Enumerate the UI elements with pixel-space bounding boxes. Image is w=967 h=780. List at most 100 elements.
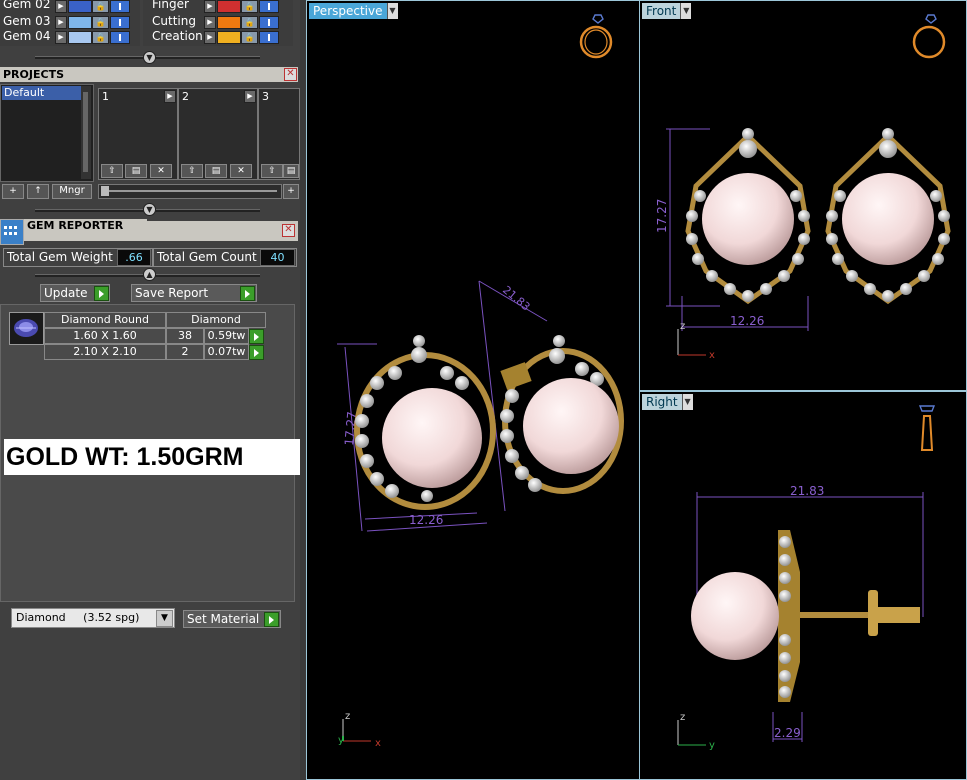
width-dimension: 12.26 [409,513,443,527]
visibility-toggle[interactable] [259,0,279,13]
visibility-toggle[interactable] [110,31,130,44]
lock-icon[interactable]: 🔒 [92,0,109,13]
set-material-button[interactable]: Set Material [183,610,281,628]
earring-front-right [825,128,951,305]
expand-icon[interactable]: ▶ [204,31,216,44]
gem-weight: 0.59tw [204,328,249,344]
gem-thumbnail [9,312,44,345]
project-item[interactable]: Default [2,86,84,100]
table-row[interactable]: 1.60 X 1.60 38 0.59tw [44,328,266,344]
earring-left [354,335,496,510]
expand-icon[interactable]: ▶ [55,16,67,29]
material-row[interactable]: Creation ▶ 🔒 [143,29,293,45]
save-icon[interactable]: ▤ [283,164,299,178]
chevron-down-icon[interactable]: ▼ [156,610,173,627]
upload-icon[interactable]: ⇧ [101,164,123,178]
width-dimension: 21.83 [790,484,824,498]
play-icon[interactable] [240,286,255,301]
material-row[interactable]: Finger ▶ 🔒 [143,0,293,15]
project-slot[interactable]: 3 ⇧ ▤ [258,88,300,180]
gem-row[interactable]: Gem 02 ▶ 🔒 [0,0,140,15]
color-swatch[interactable] [68,16,92,29]
visibility-toggle[interactable] [259,31,279,44]
slider-thumb[interactable] [101,186,109,196]
front-viewport[interactable]: Front ▼ 17.27 12.26 z x [639,0,967,391]
gem-row[interactable]: Gem 03 ▶ 🔒 [0,14,140,30]
color-swatch[interactable] [217,31,241,44]
lock-icon[interactable]: 🔒 [241,16,258,29]
select-row-icon[interactable] [249,329,264,344]
height-dimension: 17.27 [655,199,669,233]
set-material-label: Set Material [187,612,260,626]
expand-icon[interactable]: ▶ [55,0,67,13]
project-slot[interactable]: 1 ▶ ⇧ ▤ ✕ [98,88,178,180]
material-select[interactable]: Diamond (3.52 spg) ▼ [11,608,175,628]
play-icon[interactable] [264,612,279,627]
add-icon[interactable]: + [2,184,24,199]
material-row[interactable]: Cutting ▶ 🔒 [143,14,293,30]
project-slot[interactable]: 2 ▶ ⇧ ▤ ✕ [178,88,258,180]
slot-number: 1 [102,90,109,103]
expand-icon[interactable]: ▶ [55,31,67,44]
color-swatch[interactable] [68,0,92,13]
visibility-toggle[interactable] [259,16,279,29]
slot-slider[interactable] [98,184,282,199]
manager-button[interactable]: Mngr [52,184,92,199]
color-swatch[interactable] [217,16,241,29]
gem-row[interactable]: Gem 04 ▶ 🔒 [0,29,140,45]
axis-y-label: y [338,735,344,746]
axis-x-label: x [709,350,715,361]
material-list: Finger ▶ 🔒 Cutting ▶ 🔒 Creation ▶ 🔒 [143,0,293,46]
visibility-toggle[interactable] [110,0,130,13]
perspective-viewport[interactable]: Perspective ▼ 17.27 12.26 21.83 z x y [306,0,640,780]
save-report-button[interactable]: Save Report [131,284,257,302]
material-row-label: Creation [152,29,203,43]
play-icon[interactable]: ▶ [164,90,176,103]
color-swatch[interactable] [68,31,92,44]
play-icon[interactable]: ▶ [244,90,256,103]
table-header-shape: Diamond Round [44,312,166,328]
lock-icon[interactable]: 🔒 [92,31,109,44]
gem-size: 2.10 X 2.10 [44,344,166,360]
save-icon[interactable]: ▤ [125,164,147,178]
delete-icon[interactable]: ✕ [230,164,252,178]
total-weight-field: Total Gem Weight .66 [3,248,153,267]
select-row-icon[interactable] [249,345,264,360]
close-icon[interactable]: ✕ [282,224,295,237]
expand-icon[interactable]: ▶ [204,16,216,29]
project-list[interactable]: Default [0,84,94,182]
close-icon[interactable]: ✕ [284,68,297,81]
delete-icon[interactable]: ✕ [150,164,172,178]
total-count-value: 40 [260,249,295,266]
gem-count: 2 [166,344,204,360]
table-row[interactable]: 2.10 X 2.10 2 0.07tw [44,344,266,360]
diamond-icon [14,319,38,337]
visibility-toggle[interactable] [110,16,130,29]
color-swatch[interactable] [217,0,241,13]
add-icon[interactable]: + [283,184,299,199]
up-arrow-icon[interactable]: ↑ [27,184,49,199]
save-icon[interactable]: ▤ [205,164,227,178]
lock-icon[interactable]: 🔒 [241,31,258,44]
earring-side [691,530,920,702]
gem-list: Gem 02 ▶ 🔒 Gem 03 ▶ 🔒 Gem 04 ▶ 🔒 [0,0,140,46]
play-icon[interactable] [94,286,109,301]
expand-icon[interactable]: ▶ [204,0,216,13]
axis-z-label: z [680,712,685,723]
update-button[interactable]: Update [40,284,110,302]
depth-dimension: 21.83 [500,283,532,313]
gem-reporter-icon [0,219,24,245]
collapse-icon[interactable]: ▼ [143,51,156,64]
right-viewport[interactable]: Right ▼ 21.83 2.29 z y [639,391,967,780]
upload-icon[interactable]: ⇧ [181,164,203,178]
lock-icon[interactable]: 🔒 [241,0,258,13]
small-dimension: 2.29 [774,726,801,740]
lock-icon[interactable]: 🔒 [92,16,109,29]
scrollbar[interactable] [81,86,91,179]
upload-icon[interactable]: ⇧ [261,164,283,178]
collapse-icon[interactable]: ▼ [143,203,156,216]
collapse-icon[interactable]: ▲ [143,268,156,281]
axis-y-label: y [709,740,715,751]
projects-title: PROJECTS [3,68,64,81]
scrollbar-thumb[interactable] [83,92,88,172]
